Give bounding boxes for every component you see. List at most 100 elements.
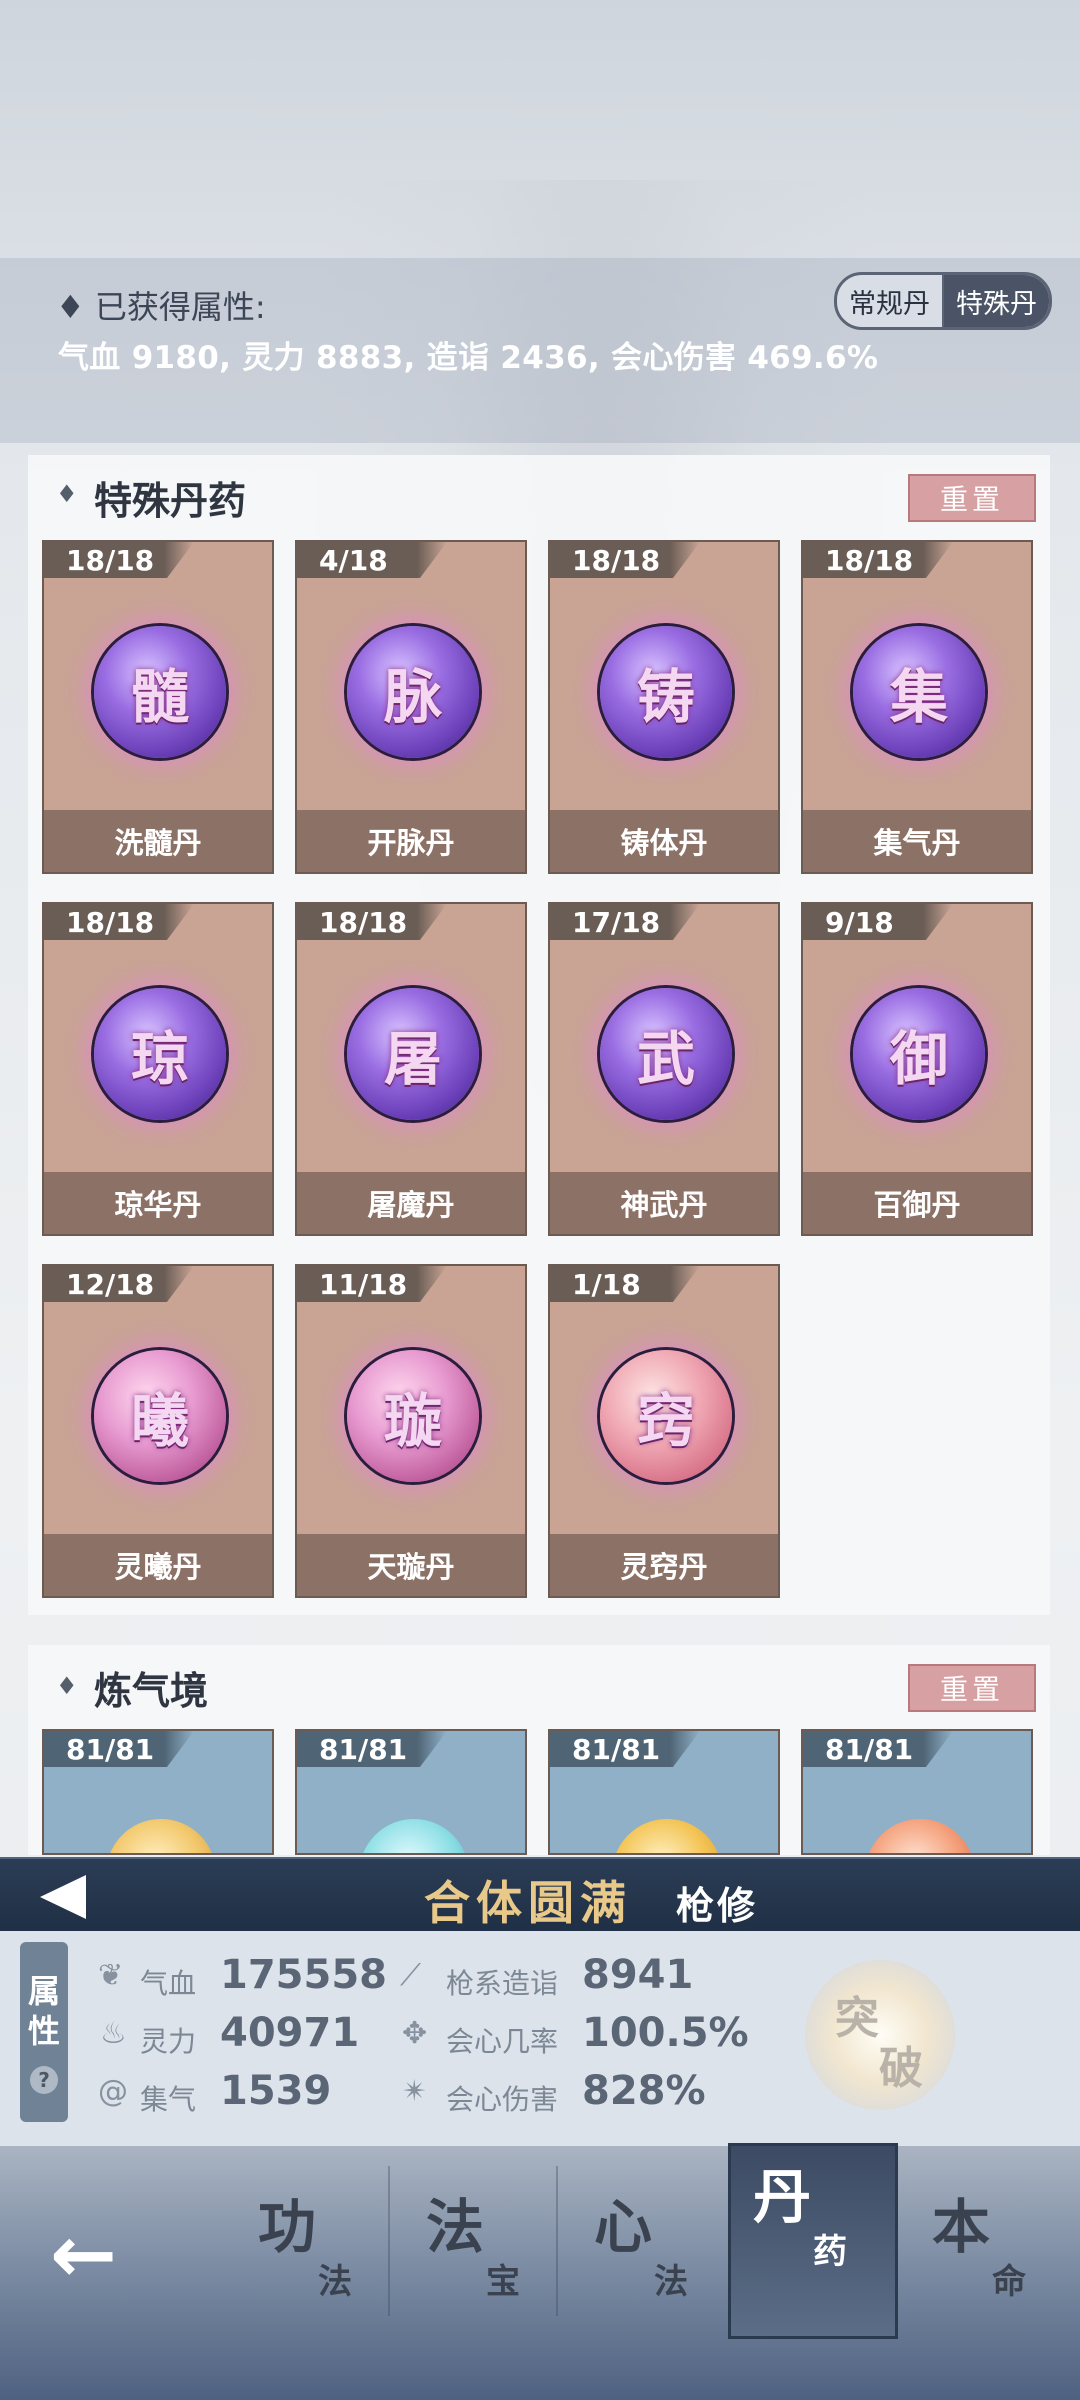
collapse-arrow-icon[interactable] (40, 1875, 86, 1919)
pill-count: 18/18 (66, 544, 155, 577)
pill-orb-icon: 武 (600, 988, 732, 1120)
pill-name-bar: 百御丹 (803, 1172, 1031, 1234)
nav-tab-main-char: 法 (426, 2193, 485, 2261)
nav-tab-sub-char: 法 (654, 2262, 688, 2302)
realm-pill-card[interactable]: 81/81 (295, 1729, 527, 1855)
pill-name: 铸体丹 (620, 826, 708, 860)
pill-card[interactable]: 1/18 窍灵窍丹 (548, 1264, 780, 1598)
pill-glyph: 铸 (636, 663, 695, 731)
pill-name: 洗髓丹 (114, 826, 202, 860)
crit-rate-icon: ✥ (402, 2016, 428, 2051)
pill-name: 百御丹 (873, 1188, 961, 1222)
pill-count: 4/18 (319, 544, 388, 577)
pill-count: 11/18 (319, 1268, 408, 1301)
nav-divider (388, 2166, 390, 2316)
pill-name-bar: 灵窍丹 (550, 1534, 778, 1596)
stat-value-spear-mastery: 8941 (582, 1952, 694, 1998)
stat-value-hp: 175558 (220, 1952, 387, 1998)
reset-realm-button[interactable]: 重置 (908, 1664, 1036, 1712)
pill-card[interactable]: 4/18 脉开脉丹 (295, 540, 527, 874)
pill-count: 81/81 (66, 1733, 155, 1766)
pill-glyph: 御 (889, 1025, 948, 1093)
pill-name-bar: 天璇丹 (297, 1534, 525, 1596)
pill-count: 9/18 (825, 906, 894, 939)
pill-orb-icon: 屠 (347, 988, 479, 1120)
diamond-icon: ♦ (56, 288, 85, 326)
breakthrough-char-1: 突 (835, 1993, 879, 2044)
pill-glyph: 屠 (383, 1025, 442, 1093)
pill-glyph: 璇 (383, 1387, 442, 1455)
stat-label-crit-damage: 会心伤害 (446, 2083, 559, 2116)
pill-name: 开脉丹 (367, 826, 455, 860)
pill-name: 天璇丹 (367, 1550, 455, 1584)
pill-count: 12/18 (66, 1268, 155, 1301)
nav-tab-treasures[interactable]: 法 宝 (404, 2176, 554, 2326)
diamond-icon: ♦ (56, 480, 78, 508)
pill-name-bar: 神武丹 (550, 1172, 778, 1234)
stat-label-crit-rate: 会心几率 (446, 2025, 559, 2058)
spear-icon: ⟋ (400, 1958, 421, 1993)
reset-special-button[interactable]: 重置 (908, 474, 1036, 522)
pill-card[interactable]: 18/18 髓洗髓丹 (42, 540, 274, 874)
pill-glyph: 集 (889, 663, 948, 731)
pill-count: 1/18 (572, 1268, 641, 1301)
pill-card[interactable]: 18/18 集集气丹 (801, 540, 1033, 874)
pill-name: 灵曦丹 (114, 1550, 202, 1584)
realm-banner: 合体圆满 枪修 (0, 1857, 1080, 1933)
pill-orb-icon: 髓 (94, 626, 226, 758)
pill-card[interactable]: 17/18 武神武丹 (548, 902, 780, 1236)
help-icon[interactable]: ? (30, 2066, 58, 2094)
realm-name: 合体圆满 (424, 1876, 632, 1930)
pill-name-bar: 灵曦丹 (44, 1534, 272, 1596)
realm-pill-card[interactable]: 81/81 (42, 1729, 274, 1855)
stat-label-mana: 灵力 (140, 2025, 197, 2058)
pill-card[interactable]: 18/18 琼琼华丹 (42, 902, 274, 1236)
realm-pill-card[interactable]: 81/81 (548, 1729, 780, 1855)
pill-name-bar: 集气丹 (803, 810, 1031, 872)
pill-card[interactable]: 9/18 御百御丹 (801, 902, 1033, 1236)
pill-count: 18/18 (825, 544, 914, 577)
nav-tab-main-char: 本 (932, 2193, 991, 2261)
stat-value-mana: 40971 (220, 2010, 360, 2056)
nav-tab-main-char: 功 (258, 2193, 317, 2261)
pill-orb-icon: 脉 (347, 626, 479, 758)
pill-name: 灵窍丹 (620, 1550, 708, 1584)
nav-tab-sub-char: 药 (813, 2232, 847, 2272)
pill-orb-icon (865, 1819, 975, 1853)
bottom-navigation: ← 功 法 法 宝 心 法 丹 药 本 命 (0, 2143, 1080, 2400)
breakthrough-button[interactable]: 突 破 (805, 1960, 955, 2110)
nav-tab-techniques[interactable]: 功 法 (236, 2176, 386, 2326)
pill-orb-icon: 璇 (347, 1350, 479, 1482)
back-arrow-icon[interactable]: ← (50, 2208, 117, 2301)
pill-card[interactable]: 18/18 屠屠魔丹 (295, 902, 527, 1236)
pill-glyph: 髓 (130, 663, 189, 731)
pill-count: 18/18 (319, 906, 408, 939)
pill-orb-icon: 御 (853, 988, 985, 1120)
tab-regular-pills[interactable]: 常规丹 (837, 275, 942, 327)
nav-tab-natal[interactable]: 本 命 (910, 2176, 1060, 2326)
swirl-icon: @ (98, 2074, 128, 2109)
pill-orb-icon (612, 1819, 722, 1853)
pill-card[interactable]: 18/18 铸铸体丹 (548, 540, 780, 874)
pill-type-toggle: 常规丹 特殊丹 (834, 272, 1052, 330)
stat-value-crit-rate: 100.5% (582, 2010, 749, 2056)
attribute-summary-text: 气血 9180, 灵力 8883, 造诣 2436, 会心伤害 469.6% (58, 340, 879, 376)
pill-glyph: 曦 (130, 1387, 189, 1455)
flame-icon: ♨ (100, 2016, 127, 2051)
attributes-tab[interactable]: 属 性 ? (20, 1942, 68, 2122)
crit-damage-icon: ✴ (402, 2074, 428, 2109)
stat-label-qi: 集气 (140, 2083, 197, 2116)
nav-tab-mind-methods[interactable]: 心 法 (572, 2176, 722, 2326)
nav-tab-main-char: 丹 (753, 2163, 812, 2231)
tab-special-pills[interactable]: 特殊丹 (942, 275, 1049, 327)
pill-card[interactable]: 12/18 曦灵曦丹 (42, 1264, 274, 1598)
nav-tab-pills[interactable]: 丹 药 (728, 2143, 898, 2339)
realm-pill-card[interactable]: 81/81 (801, 1729, 1033, 1855)
pill-name-bar: 屠魔丹 (297, 1172, 525, 1234)
pill-orb-icon (359, 1819, 469, 1853)
pill-name: 集气丹 (873, 826, 961, 860)
pill-glyph: 脉 (383, 663, 442, 731)
attribute-summary-title: ♦ 已获得属性: (56, 288, 266, 326)
pill-count: 18/18 (572, 544, 661, 577)
pill-card[interactable]: 11/18 璇天璇丹 (295, 1264, 527, 1598)
